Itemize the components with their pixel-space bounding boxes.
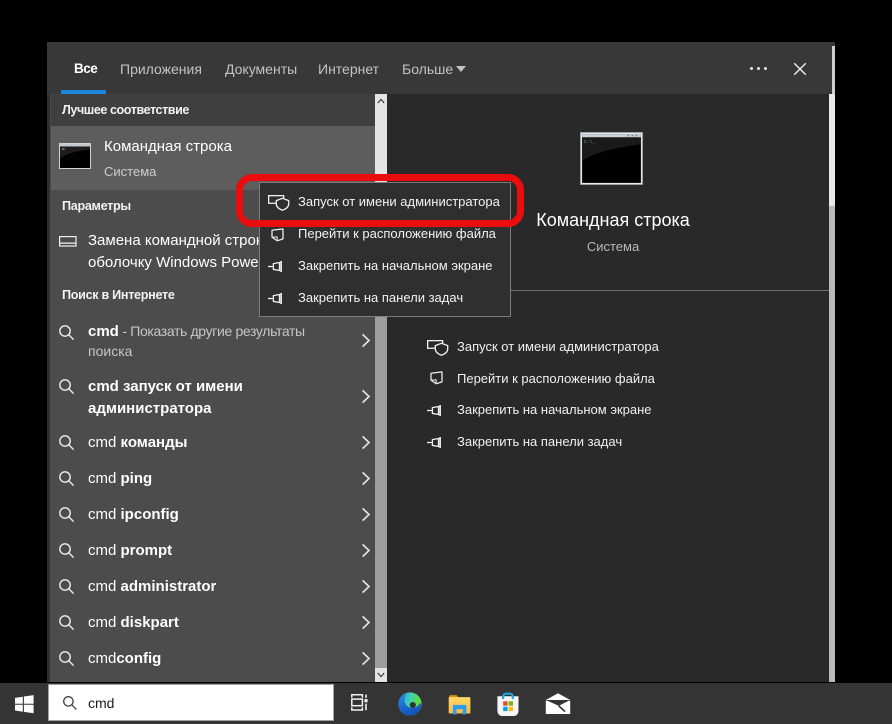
svg-text:C:\_: C:\_ — [584, 139, 595, 145]
